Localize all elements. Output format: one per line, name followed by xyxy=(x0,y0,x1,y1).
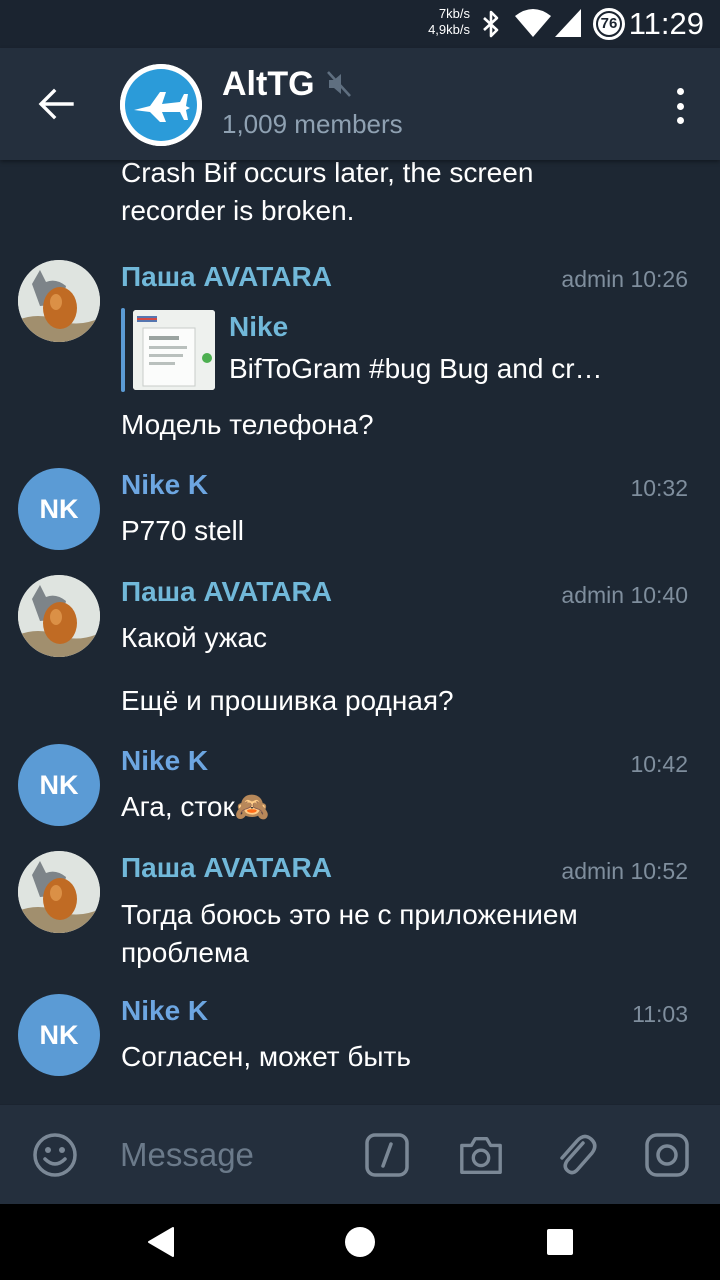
reply-thumbnail xyxy=(133,310,215,390)
more-vertical-icon[interactable] xyxy=(670,84,690,128)
avatar[interactable] xyxy=(18,851,100,933)
system-navigation-bar xyxy=(0,1204,720,1280)
nav-back-icon[interactable] xyxy=(140,1222,180,1262)
message-meta: admin 10:52 xyxy=(561,858,688,884)
attach-icon[interactable] xyxy=(552,1131,600,1179)
back-arrow-icon xyxy=(38,88,74,120)
back-button[interactable] xyxy=(30,80,82,128)
instagram-icon[interactable] xyxy=(643,1131,691,1179)
reply-author: Nike xyxy=(229,311,289,342)
message-text: P770 stell xyxy=(121,515,244,546)
net-up: 7kb/s xyxy=(438,6,470,21)
message-meta: admin 10:40 xyxy=(561,582,688,608)
net-down: 4,9kb/s xyxy=(428,22,470,37)
muted-speaker-icon xyxy=(326,70,352,103)
sender-name[interactable]: Паша AVATARA xyxy=(121,260,332,294)
reply-text: BifToGram #bug Bug and cr… xyxy=(229,353,603,384)
chat-header: AltTG 1,009 members xyxy=(0,48,720,160)
battery-level: 76 xyxy=(600,15,618,32)
avatar[interactable]: NK xyxy=(18,994,100,1076)
bluetooth-icon xyxy=(480,10,502,43)
member-count: 1,009 members xyxy=(222,109,403,139)
nav-recents-icon[interactable] xyxy=(540,1222,580,1262)
reply-bar xyxy=(121,308,125,392)
message-meta: 11:03 xyxy=(632,1001,688,1027)
sender-name[interactable]: Nike K xyxy=(121,468,208,502)
sender-name[interactable]: Nike K xyxy=(121,744,208,778)
slash-command-icon[interactable] xyxy=(363,1131,411,1179)
message-text: Модель телефона? xyxy=(121,409,374,440)
emoji-icon[interactable] xyxy=(31,1131,79,1179)
reply-preview[interactable]: Nike BifToGram #bug Bug and cr… xyxy=(121,308,641,392)
battery-icon: 76 xyxy=(592,7,626,46)
signal-icon xyxy=(554,8,582,43)
message-text: Согласен, может быть xyxy=(121,1041,411,1072)
message-text: Ага, сток🙈 xyxy=(121,791,270,822)
jet-logo-icon xyxy=(120,64,202,146)
message-list[interactable]: Crash Bif occurs later, the screen recor… xyxy=(0,160,720,1104)
chat-title[interactable]: AltTG xyxy=(222,64,315,104)
sender-name[interactable]: Паша AVATARA xyxy=(121,851,332,885)
message-text: Crash Bif occurs later, the screen recor… xyxy=(121,160,534,226)
nav-home-icon[interactable] xyxy=(340,1222,380,1262)
avatar[interactable] xyxy=(18,260,100,342)
camera-icon[interactable] xyxy=(457,1131,505,1179)
message-meta: 10:32 xyxy=(630,475,688,501)
avatar[interactable]: NK xyxy=(18,744,100,826)
message-text: Ещё и прошивка родная? xyxy=(121,685,454,716)
network-speed: 7kb/s 4,9kb/s xyxy=(414,6,470,38)
chat-avatar[interactable] xyxy=(120,64,202,146)
message-meta: admin 10:26 xyxy=(561,266,688,292)
avatar[interactable] xyxy=(18,575,100,657)
message-meta: 10:42 xyxy=(630,751,688,777)
sender-name[interactable]: Nike K xyxy=(121,994,208,1028)
message-input[interactable] xyxy=(120,1133,340,1177)
clock: 11:29 xyxy=(628,6,704,41)
message-text: Какой ужас xyxy=(121,622,268,653)
message-text: Тогда боюсь это не с приложением проблем… xyxy=(121,899,578,968)
wifi-icon xyxy=(514,8,552,43)
sender-name[interactable]: Паша AVATARA xyxy=(121,575,332,609)
message-input-bar xyxy=(0,1104,720,1204)
avatar[interactable]: NK xyxy=(18,468,100,550)
status-bar: 7kb/s 4,9kb/s 76 11:29 xyxy=(0,0,720,48)
